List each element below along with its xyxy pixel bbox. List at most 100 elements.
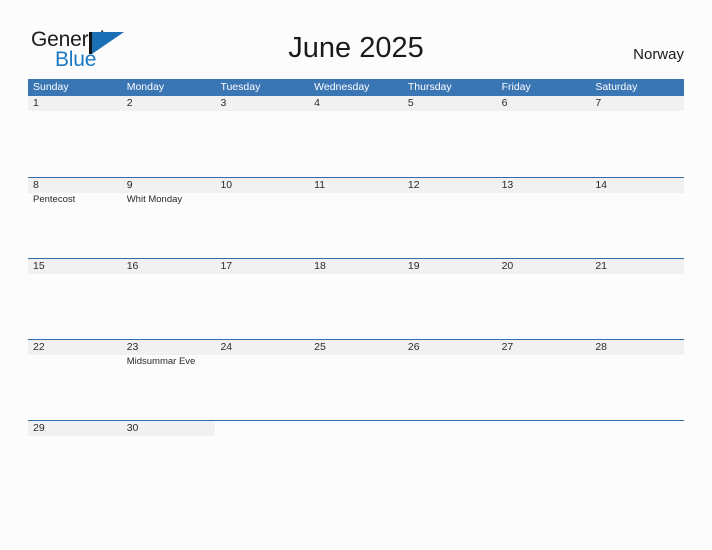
day-number: 10 xyxy=(220,179,233,191)
day-cell-empty xyxy=(215,421,309,501)
day-cell[interactable]: 26 xyxy=(402,340,497,420)
day-number: 9 xyxy=(126,179,133,191)
day-strip xyxy=(403,421,497,436)
day-cell-empty xyxy=(309,421,403,501)
day-cell[interactable]: 6 xyxy=(496,96,591,177)
day-cell[interactable]: 1 xyxy=(28,96,122,177)
day-cell[interactable]: 19 xyxy=(402,259,497,339)
day-number: 30 xyxy=(126,422,139,434)
day-number: 25 xyxy=(314,341,326,353)
day-number: 2 xyxy=(126,97,133,109)
day-cell[interactable]: 8 Pentecost xyxy=(28,178,122,258)
day-cell[interactable]: 25 xyxy=(309,340,403,420)
day-cell[interactable]: 27 xyxy=(496,340,591,420)
day-number: 14 xyxy=(595,179,607,191)
day-cell[interactable]: 5 xyxy=(402,96,497,177)
weekday-header-sunday: Sunday xyxy=(33,81,69,93)
day-strip xyxy=(309,421,403,436)
week-row: 29 30 xyxy=(28,420,684,501)
day-strip xyxy=(215,96,310,111)
day-strip xyxy=(121,178,216,193)
day-number: 8 xyxy=(33,179,39,191)
weekday-header-tuesday: Tuesday xyxy=(220,81,261,93)
day-cell-empty xyxy=(497,421,591,501)
calendar-page: General Blue June 2025 Norway Sunday Mon… xyxy=(0,0,712,550)
day-cell-empty xyxy=(590,421,684,501)
country-label: Norway xyxy=(633,46,684,63)
weekday-header-wednesday: Wednesday xyxy=(314,81,370,93)
day-number: 11 xyxy=(314,179,326,191)
day-strip xyxy=(309,96,403,111)
day-cell[interactable]: 30 xyxy=(121,421,216,501)
day-number: 19 xyxy=(407,260,420,272)
day-number: 7 xyxy=(595,97,602,109)
day-strip xyxy=(590,421,684,436)
day-cell[interactable]: 9 Whit Monday xyxy=(121,178,216,258)
day-cell[interactable]: 13 xyxy=(496,178,591,258)
week-row: 15 16 17 18 19 20 21 xyxy=(28,258,685,339)
day-cell[interactable]: 2 xyxy=(121,96,216,177)
weekday-header-friday: Friday xyxy=(501,81,531,93)
day-number: 18 xyxy=(314,260,326,272)
day-number: 21 xyxy=(595,260,607,272)
day-cell[interactable]: 24 xyxy=(215,340,310,420)
day-cell[interactable]: 11 xyxy=(309,178,403,258)
day-cell[interactable]: 4 xyxy=(309,96,403,177)
day-number: 15 xyxy=(33,260,45,272)
day-strip xyxy=(215,421,309,436)
day-event: Whit Monday xyxy=(126,194,183,205)
day-number: 22 xyxy=(33,341,45,353)
day-cell[interactable]: 14 xyxy=(590,178,685,258)
day-number: 16 xyxy=(126,260,139,272)
day-number: 4 xyxy=(314,97,320,109)
day-strip xyxy=(590,96,685,111)
weekday-header-monday: Monday xyxy=(126,81,165,93)
page-title: June 2025 xyxy=(288,32,424,64)
day-strip xyxy=(496,96,591,111)
day-number: 24 xyxy=(220,341,233,353)
day-cell[interactable]: 20 xyxy=(496,259,591,339)
day-cell[interactable]: 28 xyxy=(590,340,685,420)
day-strip xyxy=(121,96,216,111)
day-cell[interactable]: 21 xyxy=(590,259,685,339)
day-cell[interactable]: 29 xyxy=(28,421,122,501)
day-number: 27 xyxy=(501,341,514,353)
day-cell[interactable]: 23 Midsummar Eve xyxy=(121,340,216,420)
day-cell[interactable]: 10 xyxy=(215,178,310,258)
day-event: Pentecost xyxy=(33,194,76,205)
day-number: 6 xyxy=(501,97,508,109)
day-cell[interactable]: 17 xyxy=(215,259,310,339)
day-cell[interactable]: 15 xyxy=(28,259,122,339)
day-number: 20 xyxy=(501,260,514,272)
weekday-header-row: Sunday Monday Tuesday Wednesday Thursday… xyxy=(28,79,684,96)
calendar-grid: Sunday Monday Tuesday Wednesday Thursday… xyxy=(28,79,685,501)
day-cell[interactable]: 3 xyxy=(215,96,310,177)
day-number: 13 xyxy=(501,179,514,191)
day-cell-empty xyxy=(403,421,497,501)
day-number: 3 xyxy=(220,97,227,109)
day-cell[interactable]: 7 xyxy=(590,96,685,177)
day-number: 23 xyxy=(126,341,139,353)
day-number: 29 xyxy=(33,422,45,434)
day-event: Midsummar Eve xyxy=(126,356,196,367)
day-number: 5 xyxy=(407,97,414,109)
weekday-header-thursday: Thursday xyxy=(407,81,452,93)
week-row: 8 Pentecost 9 Whit Monday 10 11 12 13 14 xyxy=(28,177,685,258)
week-row: 22 23 Midsummar Eve 24 25 26 27 28 xyxy=(28,339,685,420)
day-strip xyxy=(402,96,497,111)
day-cell[interactable]: 16 xyxy=(121,259,216,339)
weekday-header-saturday: Saturday xyxy=(595,81,638,93)
day-number: 1 xyxy=(33,97,39,109)
week-row: 1 2 3 4 5 6 7 xyxy=(28,96,685,177)
day-strip xyxy=(28,178,122,193)
day-number: 17 xyxy=(220,260,233,272)
day-strip xyxy=(28,96,122,111)
day-cell[interactable]: 22 xyxy=(28,340,122,420)
page-header: General Blue June 2025 Norway xyxy=(0,0,712,78)
day-number: 12 xyxy=(407,179,420,191)
day-number: 26 xyxy=(407,341,420,353)
day-number: 28 xyxy=(595,341,607,353)
day-cell[interactable]: 18 xyxy=(309,259,403,339)
day-cell[interactable]: 12 xyxy=(402,178,497,258)
day-strip xyxy=(497,421,591,436)
